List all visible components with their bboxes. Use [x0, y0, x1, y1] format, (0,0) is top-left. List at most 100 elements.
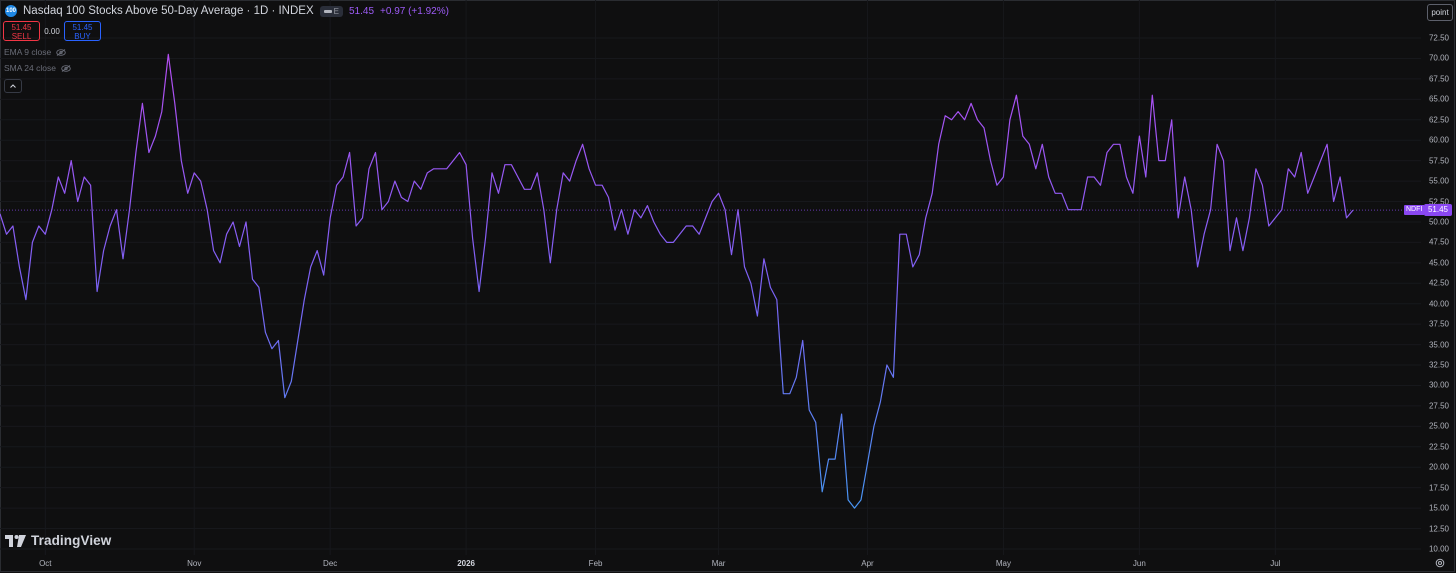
data-point — [1048, 176, 1049, 177]
data-point — [123, 258, 124, 259]
data-point — [148, 152, 149, 153]
data-point — [1009, 119, 1010, 120]
data-point — [938, 144, 939, 145]
data-point — [485, 238, 486, 239]
price-tick-label: 42.50 — [1428, 278, 1449, 288]
data-point — [867, 463, 868, 464]
indicator-ema[interactable]: EMA 9 close — [4, 47, 67, 57]
data-point — [511, 164, 512, 165]
data-point — [712, 201, 713, 202]
data-point — [401, 197, 402, 198]
settings-gear-icon[interactable] — [1434, 557, 1446, 569]
data-point — [517, 176, 518, 177]
data-point — [984, 127, 985, 128]
data-point — [278, 340, 279, 341]
data-point — [828, 459, 829, 460]
indicator-sma[interactable]: SMA 24 close — [4, 63, 71, 73]
data-point — [886, 365, 887, 366]
data-point — [1275, 217, 1276, 218]
eye-off-icon[interactable] — [61, 64, 71, 72]
data-point — [64, 193, 65, 194]
time-tick-label: Mar — [711, 559, 726, 568]
data-point — [32, 242, 33, 243]
tradingview-logo-icon — [5, 534, 26, 547]
plot-area[interactable] — [0, 0, 1421, 555]
data-point — [770, 287, 771, 288]
data-point — [783, 393, 784, 394]
data-point — [1204, 234, 1205, 235]
data-point — [336, 185, 337, 186]
data-point — [627, 234, 628, 235]
data-point — [504, 164, 505, 165]
price-tick-label: 60.00 — [1428, 135, 1449, 145]
collapse-indicators-button[interactable] — [4, 79, 22, 93]
tradingview-logo[interactable]: TradingView — [5, 533, 111, 548]
data-point — [284, 397, 285, 398]
data-point — [1061, 193, 1062, 194]
price-tick-label: 37.50 — [1428, 319, 1449, 329]
data-point — [1113, 144, 1114, 145]
data-point — [899, 234, 900, 235]
price-tick-label: 32.50 — [1428, 360, 1449, 370]
eye-off-icon[interactable] — [56, 48, 67, 56]
data-point — [304, 299, 305, 300]
data-point — [1145, 176, 1146, 177]
data-point — [653, 221, 654, 222]
data-point — [964, 119, 965, 120]
time-tick-label: Oct — [39, 559, 52, 568]
data-point — [135, 152, 136, 153]
sell-label: SELL — [11, 32, 32, 41]
price-tick-label: 57.50 — [1428, 156, 1449, 166]
time-axis[interactable]: Oct Nov Dec 2026 Feb Mar Apr May Jun Jul — [0, 556, 1421, 572]
data-point — [226, 234, 227, 235]
data-point — [51, 209, 52, 210]
data-point — [550, 262, 551, 263]
pill-label: E — [333, 6, 339, 16]
data-point — [621, 209, 622, 210]
data-point — [906, 234, 907, 235]
data-point — [524, 189, 525, 190]
data-point — [103, 250, 104, 251]
data-point — [615, 230, 616, 231]
time-tick-label: Dec — [323, 559, 338, 568]
data-point — [841, 414, 842, 415]
symbol-logo: 100 — [5, 5, 17, 17]
symbol-title[interactable]: Nasdaq 100 Stocks Above 50-Day Average ·… — [23, 5, 314, 17]
data-point — [725, 209, 726, 210]
data-point — [1210, 209, 1211, 210]
data-point — [835, 459, 836, 460]
data-point — [951, 119, 952, 120]
data-point — [97, 291, 98, 292]
symbol-price-tag: NDFI — [1404, 205, 1425, 215]
price-scale-mode-button[interactable]: point — [1427, 4, 1453, 21]
data-point — [1100, 185, 1101, 186]
data-point — [200, 181, 201, 182]
spread-value: 0.00 — [44, 26, 60, 36]
price-tick-label: 22.50 — [1428, 442, 1449, 452]
time-tick-label: Feb — [588, 559, 603, 568]
exchange-pill[interactable]: E — [319, 5, 343, 17]
price-axis[interactable]: 72.50 70.00 67.50 65.00 62.50 60.00 57.50 55.00… — [1421, 0, 1456, 556]
data-point — [1346, 217, 1347, 218]
price-tick-label: 45.00 — [1428, 258, 1449, 268]
buy-button[interactable]: 51.45 BUY — [64, 21, 101, 41]
data-point — [893, 377, 894, 378]
brand-name: TradingView — [31, 533, 112, 548]
data-point — [1314, 176, 1315, 177]
sell-button[interactable]: 51.45 SELL — [3, 21, 40, 41]
data-point — [1197, 266, 1198, 267]
data-point — [576, 160, 577, 161]
price-tick-label: 35.00 — [1428, 340, 1449, 350]
data-point — [679, 234, 680, 235]
data-point — [381, 209, 382, 210]
data-point — [356, 226, 357, 227]
data-point — [757, 315, 758, 316]
data-point — [537, 172, 538, 173]
chevron-up-icon — [10, 84, 16, 88]
data-point — [239, 246, 240, 247]
data-point — [459, 152, 460, 153]
data-point — [220, 262, 221, 263]
data-point — [602, 185, 603, 186]
data-point — [718, 193, 719, 194]
data-point — [174, 103, 175, 104]
